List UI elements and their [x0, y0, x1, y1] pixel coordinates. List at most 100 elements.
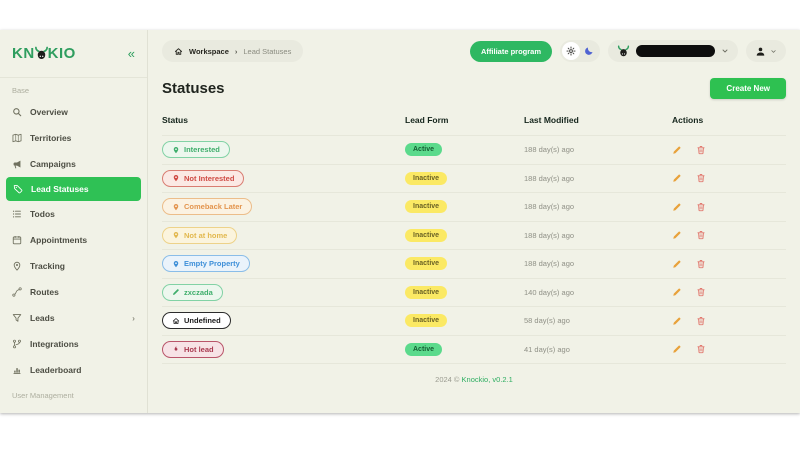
delete-icon[interactable]	[696, 316, 706, 326]
chevron-down-icon	[721, 47, 729, 55]
table-row: Comeback Later Inactive 188 day(s) ago	[162, 192, 786, 221]
last-modified: 188 day(s) ago	[524, 231, 672, 240]
status-pill-interested[interactable]: Interested	[162, 141, 230, 158]
delete-icon[interactable]	[696, 344, 706, 354]
sidebar-item-campaigns[interactable]: Campaigns	[0, 151, 147, 177]
location-pin-icon	[12, 261, 22, 271]
edit-icon[interactable]	[672, 202, 682, 212]
lead-form-badge: Inactive	[405, 229, 447, 242]
flame-icon	[172, 345, 180, 353]
route-icon	[12, 287, 22, 297]
status-pill-not-interested[interactable]: Not Interested	[162, 170, 244, 187]
table-row: Not at home Inactive 188 day(s) ago	[162, 221, 786, 250]
lead-form-badge: Active	[405, 143, 442, 156]
sidebar-item-tracking[interactable]: Tracking	[0, 253, 147, 279]
search-icon	[12, 107, 22, 117]
lead-form-badge: Inactive	[405, 286, 447, 299]
pencil-icon	[172, 288, 180, 296]
affiliate-program-button[interactable]: Affiliate program	[470, 41, 552, 62]
lead-form-badge: Inactive	[405, 314, 447, 327]
footer-year: 2024 ©	[435, 375, 459, 384]
status-pill-comeback-later[interactable]: Comeback Later	[162, 198, 252, 215]
sidebar-item-integrations[interactable]: Integrations	[0, 331, 147, 357]
redacted-account-name	[636, 45, 715, 57]
profile-menu[interactable]	[746, 40, 786, 62]
knockio-logo[interactable]: KN KIO	[12, 45, 76, 62]
dark-theme-option[interactable]	[580, 42, 598, 60]
workspace-selector[interactable]	[608, 40, 738, 62]
last-modified: 188 day(s) ago	[524, 202, 672, 211]
status-pill-zxczada[interactable]: zxczada	[162, 284, 223, 301]
status-pill-hot-lead[interactable]: Hot lead	[162, 341, 224, 358]
col-status: Status	[162, 115, 405, 125]
topbar: Workspace › Lead Statuses Affiliate prog…	[148, 30, 800, 72]
last-modified: 188 day(s) ago	[524, 145, 672, 154]
edit-icon[interactable]	[672, 344, 682, 354]
sidebar-item-todos[interactable]: Todos	[0, 201, 147, 227]
location-pin-icon	[172, 146, 180, 154]
edit-icon[interactable]	[672, 173, 682, 183]
delete-icon[interactable]	[696, 230, 706, 240]
sidebar-item-territories[interactable]: Territories	[0, 125, 147, 151]
branch-icon	[12, 339, 22, 349]
col-actions: Actions	[672, 115, 786, 125]
delete-icon[interactable]	[696, 173, 706, 183]
sidebar-item-appointments[interactable]: Appointments	[0, 227, 147, 253]
delete-icon[interactable]	[696, 287, 706, 297]
delete-icon[interactable]	[696, 202, 706, 212]
lead-form-badge: Active	[405, 343, 442, 356]
sidebar-item-overview[interactable]: Overview	[0, 99, 147, 125]
table-row: Hot lead Active 41 day(s) ago	[162, 335, 786, 364]
delete-icon[interactable]	[696, 259, 706, 269]
theme-toggle[interactable]	[560, 40, 600, 62]
sidebar-item-lead-statuses[interactable]: Lead Statuses	[6, 177, 141, 201]
status-pill-empty-property[interactable]: Empty Property	[162, 255, 250, 272]
moon-icon	[584, 46, 594, 56]
sidebar-item-leads[interactable]: Leads ›	[0, 305, 147, 331]
list-icon	[12, 209, 22, 219]
calendar-icon	[12, 235, 22, 245]
page-title: Statuses	[162, 80, 225, 97]
sidebar-item-routes[interactable]: Routes	[0, 279, 147, 305]
chevron-right-icon: ›	[132, 313, 135, 323]
edit-icon[interactable]	[672, 145, 682, 155]
funnel-icon	[12, 313, 22, 323]
last-modified: 140 day(s) ago	[524, 288, 672, 297]
table-header: Status Lead Form Last Modified Actions	[162, 115, 786, 135]
last-modified: 58 day(s) ago	[524, 316, 672, 325]
sidebar-item-leaderboard[interactable]: Leaderboard	[0, 357, 147, 383]
location-pin-icon	[172, 174, 180, 182]
edit-icon[interactable]	[672, 259, 682, 269]
status-pill-not-at-home[interactable]: Not at home	[162, 227, 237, 244]
tag-icon	[13, 184, 23, 194]
statuses-table: Interested Active 188 day(s) ago Not Int…	[162, 135, 786, 364]
col-last-modified: Last Modified	[524, 115, 672, 125]
breadcrumb-workspace[interactable]: Workspace	[189, 47, 229, 56]
lead-form-badge: Inactive	[405, 172, 447, 185]
sidebar: KN KIO « Base Overview Territories Campa…	[0, 30, 148, 413]
logo-text-left: KN	[12, 45, 35, 62]
delete-icon[interactable]	[696, 145, 706, 155]
breadcrumb[interactable]: Workspace › Lead Statuses	[162, 40, 303, 62]
main-content: Workspace › Lead Statuses Affiliate prog…	[148, 30, 800, 413]
app-window: KN KIO « Base Overview Territories Campa…	[0, 30, 800, 413]
sidebar-collapse-icon[interactable]: «	[128, 46, 135, 61]
edit-icon[interactable]	[672, 287, 682, 297]
edit-icon[interactable]	[672, 316, 682, 326]
bull-logo-icon	[34, 46, 49, 61]
sidebar-section-base: Base	[0, 78, 147, 99]
home-icon	[172, 317, 180, 325]
table-row: Empty Property Inactive 188 day(s) ago	[162, 249, 786, 278]
create-new-button[interactable]: Create New	[710, 78, 786, 99]
person-icon	[755, 46, 766, 57]
home-icon	[174, 47, 183, 56]
sidebar-item-roles[interactable]: Roles	[0, 404, 147, 413]
last-modified: 188 day(s) ago	[524, 259, 672, 268]
breadcrumb-separator: ›	[235, 47, 238, 56]
footer-app-version[interactable]: Knockio, v0.2.1	[462, 375, 513, 384]
map-icon	[12, 133, 22, 143]
edit-icon[interactable]	[672, 230, 682, 240]
last-modified: 188 day(s) ago	[524, 174, 672, 183]
light-theme-option[interactable]	[562, 42, 580, 60]
status-pill-undefined[interactable]: Undefined	[162, 312, 231, 329]
